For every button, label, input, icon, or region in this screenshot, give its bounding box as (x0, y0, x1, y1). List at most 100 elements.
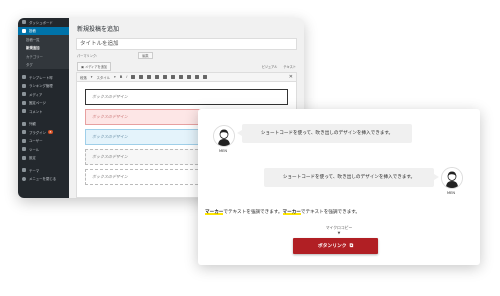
preview-window: MEN ショートコードを使って、吹き出しのデザインを挿入できます。 ショートコー… (198, 109, 480, 265)
person-icon[interactable] (203, 75, 208, 79)
link-icon[interactable] (179, 75, 184, 79)
close-icon[interactable]: ✕ (289, 74, 293, 80)
format-select[interactable]: 段落 (80, 75, 87, 80)
sidebar-item-label: プラグイン (29, 130, 46, 135)
sidebar-item-label: テンプレート呼 (29, 75, 53, 80)
sidebar-item-posts[interactable]: 投稿 (18, 26, 69, 35)
sidebar-item-users[interactable]: ユーザー (18, 137, 69, 146)
microcopy-label: マイクロコピー (325, 225, 353, 230)
page-title: 新規投稿を追加 (77, 26, 120, 33)
marker-highlight: マーカー (282, 210, 301, 215)
down-arrow-icon: ▼ (337, 231, 341, 235)
button-link-label: ボタンリンク (317, 244, 347, 249)
sidebar-item-appearance[interactable]: 外観 (18, 120, 69, 129)
tab-text[interactable]: テキスト (283, 65, 296, 69)
sidebar-item-plugins[interactable]: プラグイン 8 (18, 128, 69, 137)
sidebar-item-label: カテゴリー (26, 54, 43, 59)
avatar-left-name: MEN (218, 149, 228, 153)
sidebar-item-label: 設定 (29, 156, 36, 161)
sidebar-item-tools[interactable]: ツール (18, 145, 69, 154)
sidebar-item-label: コメント (29, 109, 43, 114)
marker-highlight: マーカー (205, 210, 224, 215)
permalink-edit-button[interactable]: 編集 (138, 52, 153, 59)
bold-icon[interactable]: B (120, 75, 123, 79)
dashboard-icon (22, 20, 26, 25)
align-right-icon[interactable] (171, 75, 176, 79)
marker-text: でテキストを強調できます。 (223, 210, 283, 215)
pin-icon (22, 28, 26, 33)
align-left-icon[interactable] (155, 75, 160, 79)
toolbar-toggle-icon[interactable] (195, 75, 200, 79)
post-title-input[interactable]: タイトルを追加 (76, 38, 297, 50)
sidebar-item-label: ユーザー (29, 139, 43, 144)
collapse-icon (22, 176, 26, 181)
man-avatar-icon (442, 168, 462, 188)
bullet-list-icon[interactable] (131, 75, 136, 79)
avatar-left (213, 125, 235, 147)
sidebar-item-media[interactable]: メディア (18, 90, 69, 99)
man-avatar-icon (214, 126, 234, 146)
admin-sidebar: ダッシュボード 投稿 投稿一覧 新規追加 カテゴリー タグ テンプレート呼 ラン… (18, 18, 69, 198)
quote-icon[interactable] (147, 75, 152, 79)
media-icon (22, 92, 26, 97)
sidebar-item-label: メディア (29, 92, 43, 97)
editor-tabs: ビジュアル テキスト (257, 64, 296, 69)
sidebar-item-label: 新規追加 (26, 46, 40, 51)
more-icon[interactable] (187, 75, 192, 79)
sidebar-item-comments[interactable]: コメント (18, 107, 69, 116)
button-link[interactable]: ボタンリンク ⧉ (293, 238, 378, 254)
avatar-right-name: MEN (446, 191, 456, 195)
sidebar-item-label: メニューを閉じる (29, 177, 57, 182)
align-center-icon[interactable] (163, 75, 168, 79)
tab-visual[interactable]: ビジュアル (262, 65, 278, 69)
wrench-icon (22, 147, 26, 152)
chevron-down-icon: ▾ (114, 75, 116, 79)
sidebar-item-label: ランキング管理 (29, 84, 53, 89)
style-select[interactable]: スタイル (96, 75, 110, 80)
permalink-row: パーマリンク: 編集 (77, 52, 153, 59)
update-count-badge: 8 (47, 130, 53, 135)
sidebar-item-label: 投稿一覧 (26, 37, 40, 42)
box-design-1[interactable]: ボックスのデザイン (85, 89, 288, 105)
sidebar-item-label: 固定ページ (29, 101, 46, 106)
sidebar-subitem-tags[interactable]: タグ (18, 60, 69, 69)
marker-text-line: マーカーでテキストを強調できます。マーカーでテキストを強調できます。 (205, 209, 360, 215)
number-list-icon[interactable] (139, 75, 144, 79)
sidebar-item-ranking[interactable]: ランキング管理 (18, 82, 69, 91)
sidebar-subitem-categories[interactable]: カテゴリー (18, 52, 69, 61)
sidebar-item-label: 外観 (29, 122, 36, 127)
sidebar-item-label: 投稿 (29, 29, 36, 34)
marker-text: でテキストを強調できます。 (300, 210, 361, 215)
sidebar-item-templates[interactable]: テンプレート呼 (18, 73, 69, 82)
add-media-label: メディアを追加 (85, 65, 108, 69)
sidebar-item-theme[interactable]: テーマ (18, 166, 69, 175)
template-icon (22, 75, 26, 80)
add-media-button[interactable]: ▣ メディアを追加 (77, 62, 112, 71)
sidebar-item-label: ダッシュボード (29, 20, 53, 25)
chevron-down-icon: ▾ (90, 75, 93, 79)
external-link-icon: ⧉ (349, 243, 354, 249)
avatar-right (441, 167, 463, 189)
page-icon (22, 100, 26, 105)
sidebar-item-label: ツール (29, 147, 40, 152)
sidebar-item-label: テーマ (29, 168, 40, 173)
theme-icon (22, 168, 26, 173)
sidebar-item-settings[interactable]: 設定 (18, 154, 69, 163)
italic-icon[interactable]: I (126, 75, 127, 79)
plugin-icon (22, 130, 26, 135)
collapse-menu-button[interactable]: メニューを閉じる (18, 175, 69, 184)
sidebar-subitem-all-posts[interactable]: 投稿一覧 (18, 35, 69, 44)
settings-icon (22, 155, 26, 160)
sidebar-item-label: タグ (26, 63, 33, 68)
user-icon (22, 138, 26, 143)
speech-bubble-left: ショートコードを使って、吹き出しのデザインを挿入できます。 (237, 124, 412, 143)
comment-icon (22, 109, 26, 114)
sidebar-subitem-add-new[interactable]: 新規追加 (18, 43, 69, 52)
sidebar-item-pages[interactable]: 固定ページ (18, 99, 69, 108)
microcopy: マイクロコピー ▼ (198, 225, 480, 235)
permalink-label: パーマリンク: (77, 54, 98, 58)
brush-icon (22, 121, 26, 126)
ranking-icon (22, 83, 26, 88)
sidebar-item-dashboard[interactable]: ダッシュボード (18, 18, 69, 27)
speech-bubble-right: ショートコードを使って、吹き出しのデザインを挿入できます。 (264, 168, 439, 187)
